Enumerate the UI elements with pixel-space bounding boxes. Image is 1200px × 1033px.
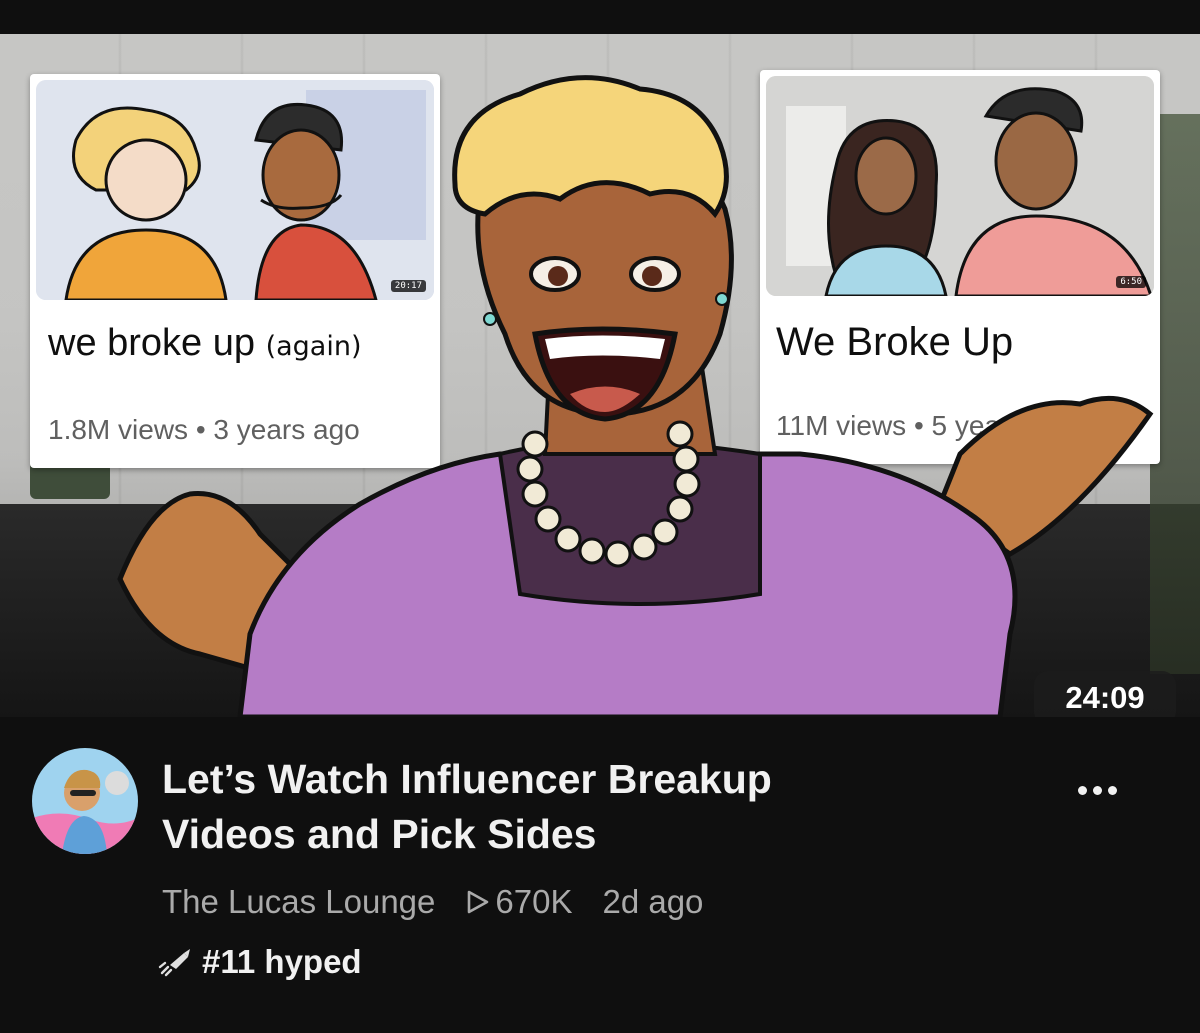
channel-name[interactable]: The Lucas Lounge [162,883,435,921]
more-dot [1107,785,1117,795]
top-black-strip [0,0,1200,34]
hype-rocket-icon [158,949,190,977]
hype-rank: #11 hyped [202,943,362,980]
more-vert-icon[interactable] [1062,770,1132,810]
cartoon-character [117,75,1154,717]
play-outline-icon [468,890,489,914]
hype-badge[interactable]: #11 hyped [158,940,362,984]
video-title-line-1: Let’s Watch Influencer Breakup [162,756,772,802]
channel-avatar-image [32,748,138,854]
more-dot [1092,785,1102,795]
video-title[interactable]: Let’s Watch Influencer Breakup Videos an… [162,752,982,862]
video-duration-badge: 24:09 [1034,671,1176,717]
more-dot [1077,785,1087,795]
channel-avatar[interactable] [32,748,138,854]
video-meta-row: The Lucas Lounge 670K 2d ago [162,880,703,924]
video-title-line-2: Videos and Pick Sides [162,811,597,857]
view-count: 670K [465,883,572,921]
upload-time: 2d ago [602,883,704,920]
view-count-value: 670K [495,883,573,920]
video-thumbnail[interactable]: 20:17 we broke up (again) 1.8M views • 3… [0,34,1200,717]
